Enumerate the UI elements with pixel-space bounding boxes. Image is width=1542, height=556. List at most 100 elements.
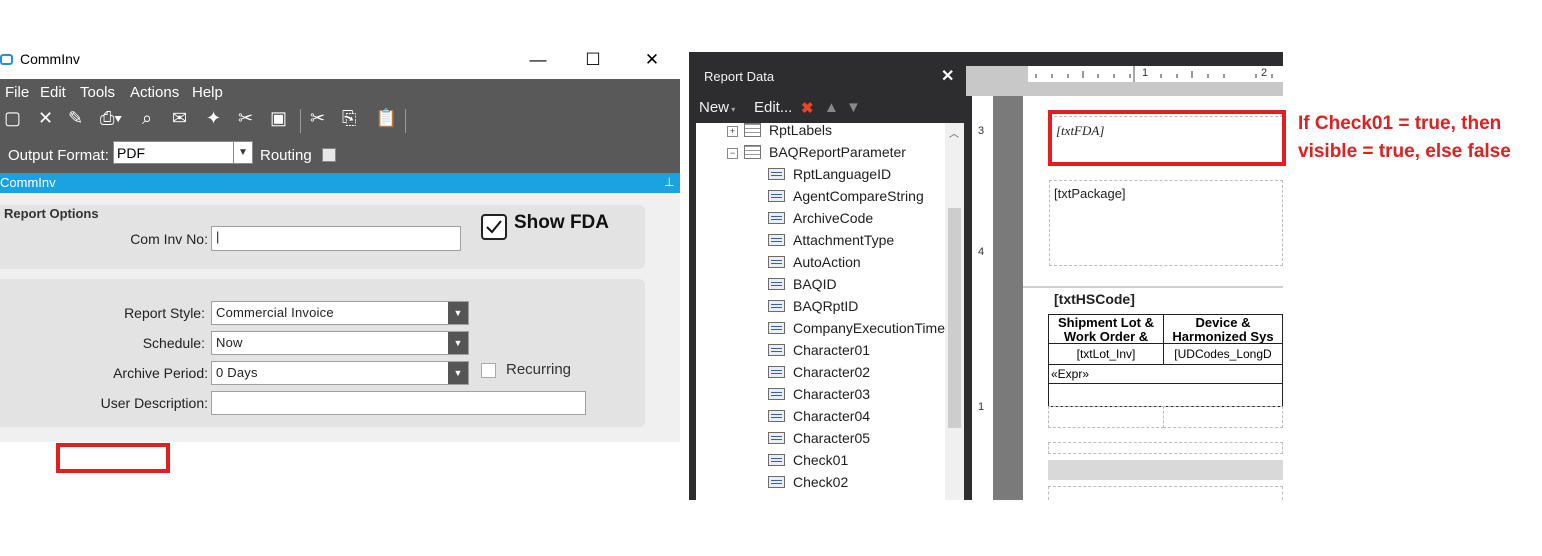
- copy-icon[interactable]: ⎘: [342, 108, 356, 129]
- field-icon: [768, 410, 785, 422]
- report-style-label: Report Style:: [124, 305, 205, 321]
- tree-field[interactable]: BAQID: [768, 276, 837, 298]
- txtpackage-textbox[interactable]: [txtPackage]: [1049, 180, 1283, 266]
- ruler-number: 1: [978, 401, 985, 413]
- schedule-label: Schedule:: [142, 335, 205, 351]
- chevron-down-icon[interactable]: ▼: [448, 362, 468, 384]
- tree-field[interactable]: AgentCompareString: [768, 188, 924, 210]
- scroll-thumb[interactable]: [948, 208, 961, 428]
- new-button[interactable]: New ▾: [699, 99, 735, 116]
- minimize-button[interactable]: —: [518, 46, 558, 74]
- close-icon[interactable]: ✕: [941, 66, 954, 86]
- print-icon[interactable]: ⎙▾: [100, 108, 122, 129]
- tree-field-check01[interactable]: Check01: [768, 452, 848, 474]
- delete-icon[interactable]: ✖: [801, 99, 814, 117]
- paste-icon[interactable]: 📋: [375, 108, 397, 129]
- menu-help[interactable]: Help: [192, 84, 223, 101]
- com-inv-no-input[interactable]: |: [211, 226, 461, 251]
- pin-icon[interactable]: ⊥: [664, 175, 674, 189]
- tree-field[interactable]: AttachmentType: [768, 232, 894, 254]
- tree-field[interactable]: Character01: [768, 342, 870, 364]
- tree-field[interactable]: RptLanguageID: [768, 166, 891, 188]
- archive-period-select[interactable]: 0 Days ▼: [211, 361, 469, 385]
- user-description-input[interactable]: [211, 391, 586, 415]
- title-bar: CommInv — ☐ ✕: [0, 42, 680, 79]
- app-icon: [0, 54, 13, 65]
- tree-node-rptlabels[interactable]: + RptLabels: [727, 122, 832, 144]
- maximize-button[interactable]: ☐: [573, 46, 613, 74]
- tree-field[interactable]: Character04: [768, 408, 870, 430]
- new-icon[interactable]: ▢: [4, 108, 21, 129]
- report-data-tree: + RptLabels − BAQReportParameter RptLangua…: [696, 122, 964, 500]
- toolbar-separator: [300, 109, 301, 133]
- tree-field[interactable]: ArchiveCode: [768, 210, 873, 232]
- tree-field[interactable]: Character02: [768, 364, 870, 386]
- menu-tools[interactable]: Tools: [80, 84, 115, 101]
- edit-button[interactable]: Edit...: [754, 99, 792, 116]
- tree-field[interactable]: Character05: [768, 430, 870, 452]
- comminv-window: CommInv — ☐ ✕ File Edit Tools Actions He…: [0, 42, 680, 442]
- tree-field[interactable]: CompanyExecutionTime: [768, 320, 945, 342]
- table-header-cell[interactable]: Shipment Lot & Work Order &: [1048, 314, 1164, 344]
- recurring-checkbox[interactable]: [481, 363, 496, 378]
- report-data-toolbar: New ▾ Edit... ✖ ▲ ▼: [696, 99, 965, 123]
- arrow-up-icon[interactable]: ▲: [824, 99, 839, 116]
- generate-icon[interactable]: ✦: [206, 108, 221, 129]
- toolbar-separator: [405, 109, 406, 133]
- chevron-down-icon[interactable]: ▼: [233, 142, 252, 163]
- routing-checkbox[interactable]: [322, 148, 336, 162]
- toolbar: ▢ ✕ ✎ ⎙▾ ⌕ ✉ ✦ ✂ ▣ ✂ ⎘ 📋: [0, 106, 680, 136]
- delete-icon[interactable]: ✕: [38, 108, 53, 129]
- user-description-label: User Description:: [100, 395, 208, 411]
- report-style-select[interactable]: Commercial Invoice ▼: [211, 301, 469, 325]
- output-format-select[interactable]: PDF ▼: [113, 141, 253, 164]
- close-button[interactable]: ✕: [632, 46, 672, 74]
- schedule-value: Now: [216, 335, 243, 350]
- print-preview-icon[interactable]: ⌕: [142, 108, 152, 129]
- table-data-cell[interactable]: [UDCodes_LongD: [1163, 343, 1283, 365]
- window-icon[interactable]: ▣: [270, 108, 287, 129]
- tree-field-label: ArchiveCode: [793, 210, 874, 226]
- chevron-up-icon[interactable]: ︿: [949, 125, 959, 140]
- cut-icon[interactable]: ✂: [310, 108, 325, 129]
- tree-node-label: RptLabels: [769, 122, 833, 138]
- tree-field[interactable]: AutoAction: [768, 254, 861, 276]
- table-header-cell[interactable]: Device & Harmonized Sys: [1163, 314, 1283, 344]
- routing-label: Routing: [260, 147, 312, 164]
- report-style-value: Commercial Invoice: [216, 305, 334, 320]
- section-divider: [1023, 286, 1283, 288]
- arrow-down-icon[interactable]: ▼: [846, 99, 861, 116]
- report-options-group: Report Options Com Inv No: | Show FDA: [0, 205, 645, 269]
- footer-textbox: [1048, 486, 1283, 500]
- table-empty-cell: [1163, 406, 1283, 428]
- tree-node-baqreportparameter[interactable]: − BAQReportParameter: [727, 144, 906, 166]
- field-icon: [768, 322, 785, 334]
- tree-field[interactable]: BAQRptID: [768, 298, 858, 320]
- expr-row[interactable]: «Expr»: [1048, 364, 1283, 384]
- field-icon: [768, 344, 785, 356]
- menu-edit[interactable]: Edit: [40, 84, 66, 101]
- email-icon[interactable]: ✉: [172, 108, 187, 129]
- chevron-down-icon[interactable]: ▼: [448, 302, 468, 324]
- tree-field[interactable]: Character03: [768, 386, 870, 408]
- collapse-icon[interactable]: −: [727, 148, 738, 159]
- report-options-heading: Report Options: [4, 206, 99, 221]
- expand-icon[interactable]: +: [727, 126, 738, 137]
- window-title: CommInv: [20, 51, 80, 67]
- footer-textbox: [1048, 442, 1283, 454]
- table-data-cell[interactable]: [txtLot_Inv]: [1048, 343, 1164, 365]
- tree-scrollbar[interactable]: ︿: [945, 123, 964, 500]
- design-icon[interactable]: ✂: [238, 108, 253, 129]
- ruler-number: 4: [978, 246, 985, 258]
- menu-actions[interactable]: Actions: [130, 84, 179, 101]
- clear-icon[interactable]: ✎: [68, 108, 83, 129]
- show-fda-checkbox[interactable]: [481, 214, 507, 240]
- schedule-select[interactable]: Now ▼: [211, 331, 469, 355]
- tree-field[interactable]: Check02: [768, 474, 848, 496]
- chevron-down-icon[interactable]: ▼: [448, 332, 468, 354]
- menu-file[interactable]: File: [5, 84, 29, 101]
- show-fda-label: Show FDA: [514, 212, 609, 233]
- txthscode-text[interactable]: [txtHSCode]: [1054, 291, 1135, 307]
- table-empty-row: [1048, 383, 1283, 407]
- tree-field-label: Character02: [793, 364, 871, 380]
